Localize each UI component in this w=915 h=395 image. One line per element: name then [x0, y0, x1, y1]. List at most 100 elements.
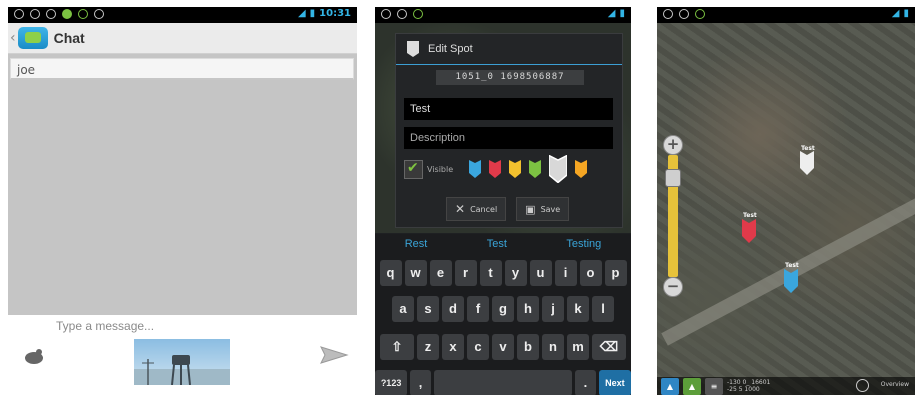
key[interactable]: f	[467, 296, 489, 322]
view-mode-label[interactable]: Overview	[881, 381, 909, 388]
spot-name-input[interactable]: Test	[404, 98, 613, 120]
my-location-icon[interactable]	[856, 379, 869, 392]
status-bar: ◢ ▮	[657, 7, 915, 23]
key[interactable]: a	[392, 296, 414, 322]
marker-color-orange[interactable]	[575, 160, 588, 178]
key[interactable]: d	[442, 296, 464, 322]
key[interactable]: w	[404, 260, 427, 286]
spots-button[interactable]: ▲	[683, 378, 701, 395]
notification-icon	[14, 9, 24, 19]
key[interactable]: s	[417, 296, 439, 322]
zoom-out-button[interactable]: −	[663, 277, 683, 297]
key[interactable]: m	[567, 334, 589, 360]
symbols-key[interactable]: ?123	[375, 370, 408, 395]
recipient-field[interactable]: joe	[10, 58, 354, 80]
map-pin-white[interactable]	[800, 151, 814, 175]
back-icon[interactable]: ‹	[10, 30, 16, 46]
visible-label: Visible	[427, 164, 454, 174]
dialog-title: Edit Spot	[428, 43, 473, 55]
save-button[interactable]: ▣ Save	[516, 197, 570, 221]
edit-spot-screen: ◢ ▮ Edit Spot 1051_0 1698506887 Test Des…	[375, 7, 631, 395]
key[interactable]: g	[492, 296, 514, 322]
suggestion-strip: Rest Test Testing	[375, 234, 631, 254]
zoom-in-button[interactable]: +	[663, 135, 683, 155]
battery-icon: ▮	[619, 8, 625, 19]
key[interactable]: t	[479, 260, 502, 286]
comma-key[interactable]: ,	[410, 370, 431, 395]
key[interactable]: n	[542, 334, 564, 360]
key[interactable]: x	[442, 334, 464, 360]
attach-icon[interactable]	[22, 347, 46, 365]
close-icon: ✕	[455, 202, 466, 216]
key[interactable]: h	[517, 296, 539, 322]
coord-line: -25 5 1000	[727, 386, 760, 393]
backspace-key[interactable]: ⌫	[592, 334, 626, 360]
sync-icon	[46, 9, 56, 19]
marker-color-blue[interactable]	[469, 160, 482, 178]
signal-icon: ◢	[891, 8, 900, 19]
chat-app-icon[interactable]	[17, 27, 48, 49]
signal-icon: ◢	[297, 8, 306, 19]
soft-keyboard: q w e r t y u i o p a s d f g h j k l ⇧ …	[375, 254, 631, 395]
coord-line: -130 0_ 16601	[727, 379, 771, 386]
map-pin-red[interactable]	[742, 219, 756, 243]
visible-checkbox[interactable]	[404, 159, 423, 179]
key[interactable]: z	[417, 334, 439, 360]
map-pin-blue[interactable]	[784, 269, 798, 293]
battery-icon: ▮	[903, 8, 909, 19]
coordinates-display: 1051_0 1698506887	[436, 70, 584, 85]
zoom-slider-thumb[interactable]	[665, 169, 681, 187]
attached-image-thumbnail[interactable]	[134, 339, 230, 385]
key[interactable]: p	[604, 260, 627, 286]
key[interactable]: c	[467, 334, 489, 360]
menu-button[interactable]: ≡	[705, 378, 723, 395]
status-bar: ◢ ▮	[375, 7, 631, 23]
page-title: Chat	[53, 30, 85, 46]
marker-color-red[interactable]	[489, 160, 502, 178]
compose-area: Type a message...	[8, 315, 357, 395]
next-key[interactable]: Next	[598, 370, 631, 395]
shift-key[interactable]: ⇧	[380, 334, 414, 360]
notification-icon	[663, 9, 673, 19]
suggestion-item[interactable]: Rest	[405, 238, 428, 250]
app-notification-icon	[413, 9, 423, 19]
cancel-button[interactable]: ✕ Cancel	[446, 197, 507, 221]
pin-label: Test	[743, 212, 757, 219]
sync-icon	[679, 9, 689, 19]
edit-spot-dialog: Edit Spot 1051_0 1698506887 Test Descrip…	[395, 33, 623, 228]
key[interactable]: y	[504, 260, 527, 286]
app-notification-icon	[695, 9, 705, 19]
key[interactable]: o	[579, 260, 602, 286]
key[interactable]: l	[592, 296, 614, 322]
key[interactable]: v	[492, 334, 514, 360]
sync-icon	[397, 9, 407, 19]
message-input[interactable]: Type a message...	[56, 319, 154, 333]
satellite-map[interactable]	[657, 23, 915, 395]
map-bottom-bar: ▲ ▲ ≡ -130 0_ 16601 -25 5 1000 Overview	[657, 377, 915, 395]
key[interactable]: b	[517, 334, 539, 360]
image-icon	[30, 9, 40, 19]
layers-button[interactable]: ▲	[661, 378, 679, 395]
key[interactable]: e	[429, 260, 452, 286]
marker-color-white-selected[interactable]	[549, 155, 568, 183]
key[interactable]: k	[567, 296, 589, 322]
key[interactable]: q	[379, 260, 402, 286]
save-label: Save	[540, 204, 561, 214]
key[interactable]: u	[529, 260, 552, 286]
suggestion-item[interactable]: Testing	[566, 238, 601, 250]
suggestion-item[interactable]: Test	[487, 238, 507, 250]
marker-color-yellow[interactable]	[509, 160, 522, 178]
key[interactable]: j	[542, 296, 564, 322]
space-key[interactable]	[433, 370, 573, 395]
key[interactable]: i	[554, 260, 577, 286]
marker-color-green[interactable]	[529, 160, 542, 178]
save-icon: ▣	[525, 202, 536, 216]
pin-label: Test	[801, 145, 815, 152]
key[interactable]: r	[454, 260, 477, 286]
cancel-label: Cancel	[470, 204, 498, 214]
map-screen: ◢ ▮ + − Test Test Test ▲ ▲ ≡ -130 0_ 166…	[657, 7, 915, 395]
period-key[interactable]: .	[575, 370, 596, 395]
visibility-row: Visible	[404, 154, 614, 184]
spot-description-input[interactable]: Description	[404, 127, 613, 149]
send-icon[interactable]	[319, 345, 349, 365]
